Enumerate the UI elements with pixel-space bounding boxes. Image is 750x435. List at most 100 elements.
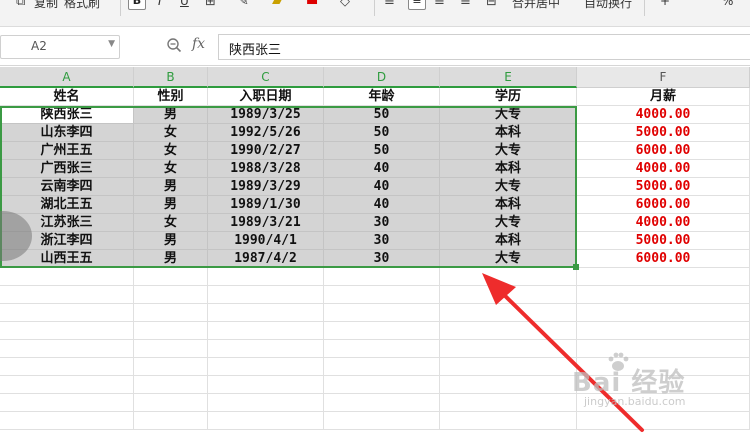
percent-button[interactable]: % [722,0,733,8]
empty-cell[interactable] [0,358,134,376]
copy-button[interactable]: 复制 [34,0,58,11]
zoom-icon[interactable] [166,37,182,53]
table-cell[interactable]: 男 [134,232,208,250]
column-header-d[interactable]: D [324,67,440,88]
empty-cell[interactable] [208,268,324,286]
empty-cell[interactable] [324,358,440,376]
table-cell[interactable]: 6000.00 [577,196,750,214]
empty-cell[interactable] [0,286,134,304]
header-cell[interactable]: 入职日期 [208,88,324,106]
table-cell[interactable]: 1992/5/26 [208,124,324,142]
table-cell[interactable]: 30 [324,250,440,268]
copy-icon[interactable]: ⧉ [16,0,25,9]
empty-cell[interactable] [324,412,440,430]
fill-color-icon[interactable]: ✎ [238,0,249,9]
table-cell[interactable]: 6000.00 [577,142,750,160]
empty-cell[interactable] [324,394,440,412]
table-cell[interactable]: 陕西张三 [0,106,134,124]
table-cell[interactable]: 5000.00 [577,178,750,196]
table-cell[interactable]: 山东李四 [0,124,134,142]
table-cell[interactable]: 1989/3/29 [208,178,324,196]
table-cell[interactable]: 4000.00 [577,106,750,124]
empty-cell[interactable] [208,322,324,340]
chevron-down-icon[interactable]: ▼ [108,39,115,49]
bold-button[interactable]: B [128,0,146,10]
header-cell[interactable]: 月薪 [577,88,750,106]
column-header-b[interactable]: B [134,67,208,88]
table-cell[interactable]: 大专 [440,142,577,160]
column-header-f[interactable]: F [577,67,750,88]
column-header-e[interactable]: E [440,67,577,88]
function-icon[interactable]: fx [192,36,205,52]
table-cell[interactable]: 男 [134,196,208,214]
table-cell[interactable]: 广西张三 [0,160,134,178]
empty-cell[interactable] [208,376,324,394]
table-cell[interactable]: 40 [324,160,440,178]
table-cell[interactable]: 男 [134,106,208,124]
empty-cell[interactable] [208,412,324,430]
name-box[interactable]: A2 ▼ [0,35,120,59]
table-cell[interactable]: 50 [324,124,440,142]
table-cell[interactable]: 1989/3/25 [208,106,324,124]
merge-center-button[interactable]: 合并居中 [512,0,560,11]
empty-cell[interactable] [324,286,440,304]
table-cell[interactable]: 1989/3/21 [208,214,324,232]
empty-cell[interactable] [134,286,208,304]
table-cell[interactable]: 大专 [440,214,577,232]
table-cell[interactable]: 5000.00 [577,124,750,142]
empty-cell[interactable] [324,322,440,340]
empty-cell[interactable] [134,322,208,340]
table-cell[interactable]: 本科 [440,196,577,214]
empty-cell[interactable] [134,304,208,322]
empty-cell[interactable] [208,304,324,322]
table-cell[interactable]: 1988/3/28 [208,160,324,178]
number-format-button[interactable]: + [660,0,670,8]
table-cell[interactable]: 4000.00 [577,214,750,232]
wrap-text-button[interactable]: 自动换行 [584,0,632,11]
justify-icon[interactable]: ≡ [460,0,471,9]
table-cell[interactable]: 女 [134,124,208,142]
table-cell[interactable]: 本科 [440,124,577,142]
align-left-icon[interactable]: ≡ [384,0,395,9]
table-cell[interactable]: 男 [134,178,208,196]
border-icon[interactable]: ⊞ [205,0,216,9]
empty-cell[interactable] [0,304,134,322]
empty-cell[interactable] [134,340,208,358]
table-cell[interactable]: 男 [134,250,208,268]
table-cell[interactable]: 40 [324,196,440,214]
table-cell[interactable]: 5000.00 [577,232,750,250]
empty-cell[interactable] [0,376,134,394]
table-cell[interactable]: 50 [324,106,440,124]
table-cell[interactable]: 湖北王五 [0,196,134,214]
table-cell[interactable]: 40 [324,178,440,196]
formula-input[interactable]: 陕西张三 [218,34,750,60]
table-cell[interactable]: 大专 [440,178,577,196]
empty-cell[interactable] [0,340,134,358]
empty-cell[interactable] [134,412,208,430]
empty-cell[interactable] [208,394,324,412]
table-cell[interactable]: 1990/4/1 [208,232,324,250]
empty-cell[interactable] [134,376,208,394]
align-right-icon[interactable]: ≡ [434,0,445,9]
table-cell[interactable]: 云南李四 [0,178,134,196]
header-cell[interactable]: 性别 [134,88,208,106]
font-color-icon[interactable]: ▬ [306,0,318,9]
header-cell[interactable]: 姓名 [0,88,134,106]
table-cell[interactable]: 4000.00 [577,160,750,178]
table-cell[interactable]: 30 [324,214,440,232]
italic-button[interactable]: I [158,0,162,8]
empty-cell[interactable] [324,376,440,394]
empty-cell[interactable] [208,340,324,358]
table-cell[interactable]: 广州王五 [0,142,134,160]
empty-cell[interactable] [134,268,208,286]
empty-cell[interactable] [324,340,440,358]
empty-cell[interactable] [324,268,440,286]
table-cell[interactable]: 1989/1/30 [208,196,324,214]
format-painter-button[interactable]: 格式刷 [64,0,100,11]
table-cell[interactable]: 50 [324,142,440,160]
column-header-c[interactable]: C [208,67,324,88]
empty-cell[interactable] [208,358,324,376]
empty-cell[interactable] [324,304,440,322]
table-cell[interactable]: 女 [134,160,208,178]
table-cell[interactable]: 30 [324,232,440,250]
